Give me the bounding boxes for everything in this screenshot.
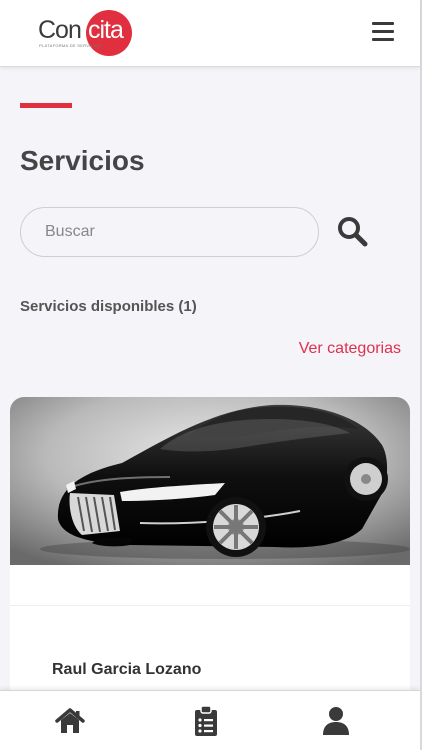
clipboard-list-icon[interactable] <box>190 705 222 737</box>
user-icon[interactable] <box>320 705 352 737</box>
search-icon[interactable] <box>336 215 370 249</box>
bottom-navigation <box>0 690 420 751</box>
title-accent-bar <box>20 103 72 108</box>
concita-logo[interactable]: Con cita PLATAFORMA DE SERVICIOS <box>38 10 138 56</box>
logo-text-cita: cita <box>88 16 124 44</box>
main-content: Servicios Servicios disponibles (1) Ver … <box>0 67 420 690</box>
app-header: Con cita PLATAFORMA DE SERVICIOS <box>0 0 420 67</box>
hamburger-menu-icon[interactable] <box>372 22 394 42</box>
logo-tagline: PLATAFORMA DE SERVICIOS <box>39 43 102 48</box>
logo-text-con: Con <box>38 16 82 44</box>
services-count-label: Servicios disponibles (1) <box>20 298 197 315</box>
service-provider-name: Raul Garcia Lozano <box>52 661 202 678</box>
black-sports-car-photo <box>10 397 410 565</box>
view-categories-link[interactable]: Ver categorias <box>299 340 401 358</box>
service-card[interactable]: Raul Garcia Lozano <box>10 397 410 690</box>
page-title: Servicios <box>20 145 145 176</box>
home-icon[interactable] <box>54 705 86 737</box>
search-input[interactable] <box>20 207 319 257</box>
card-divider <box>10 605 410 606</box>
